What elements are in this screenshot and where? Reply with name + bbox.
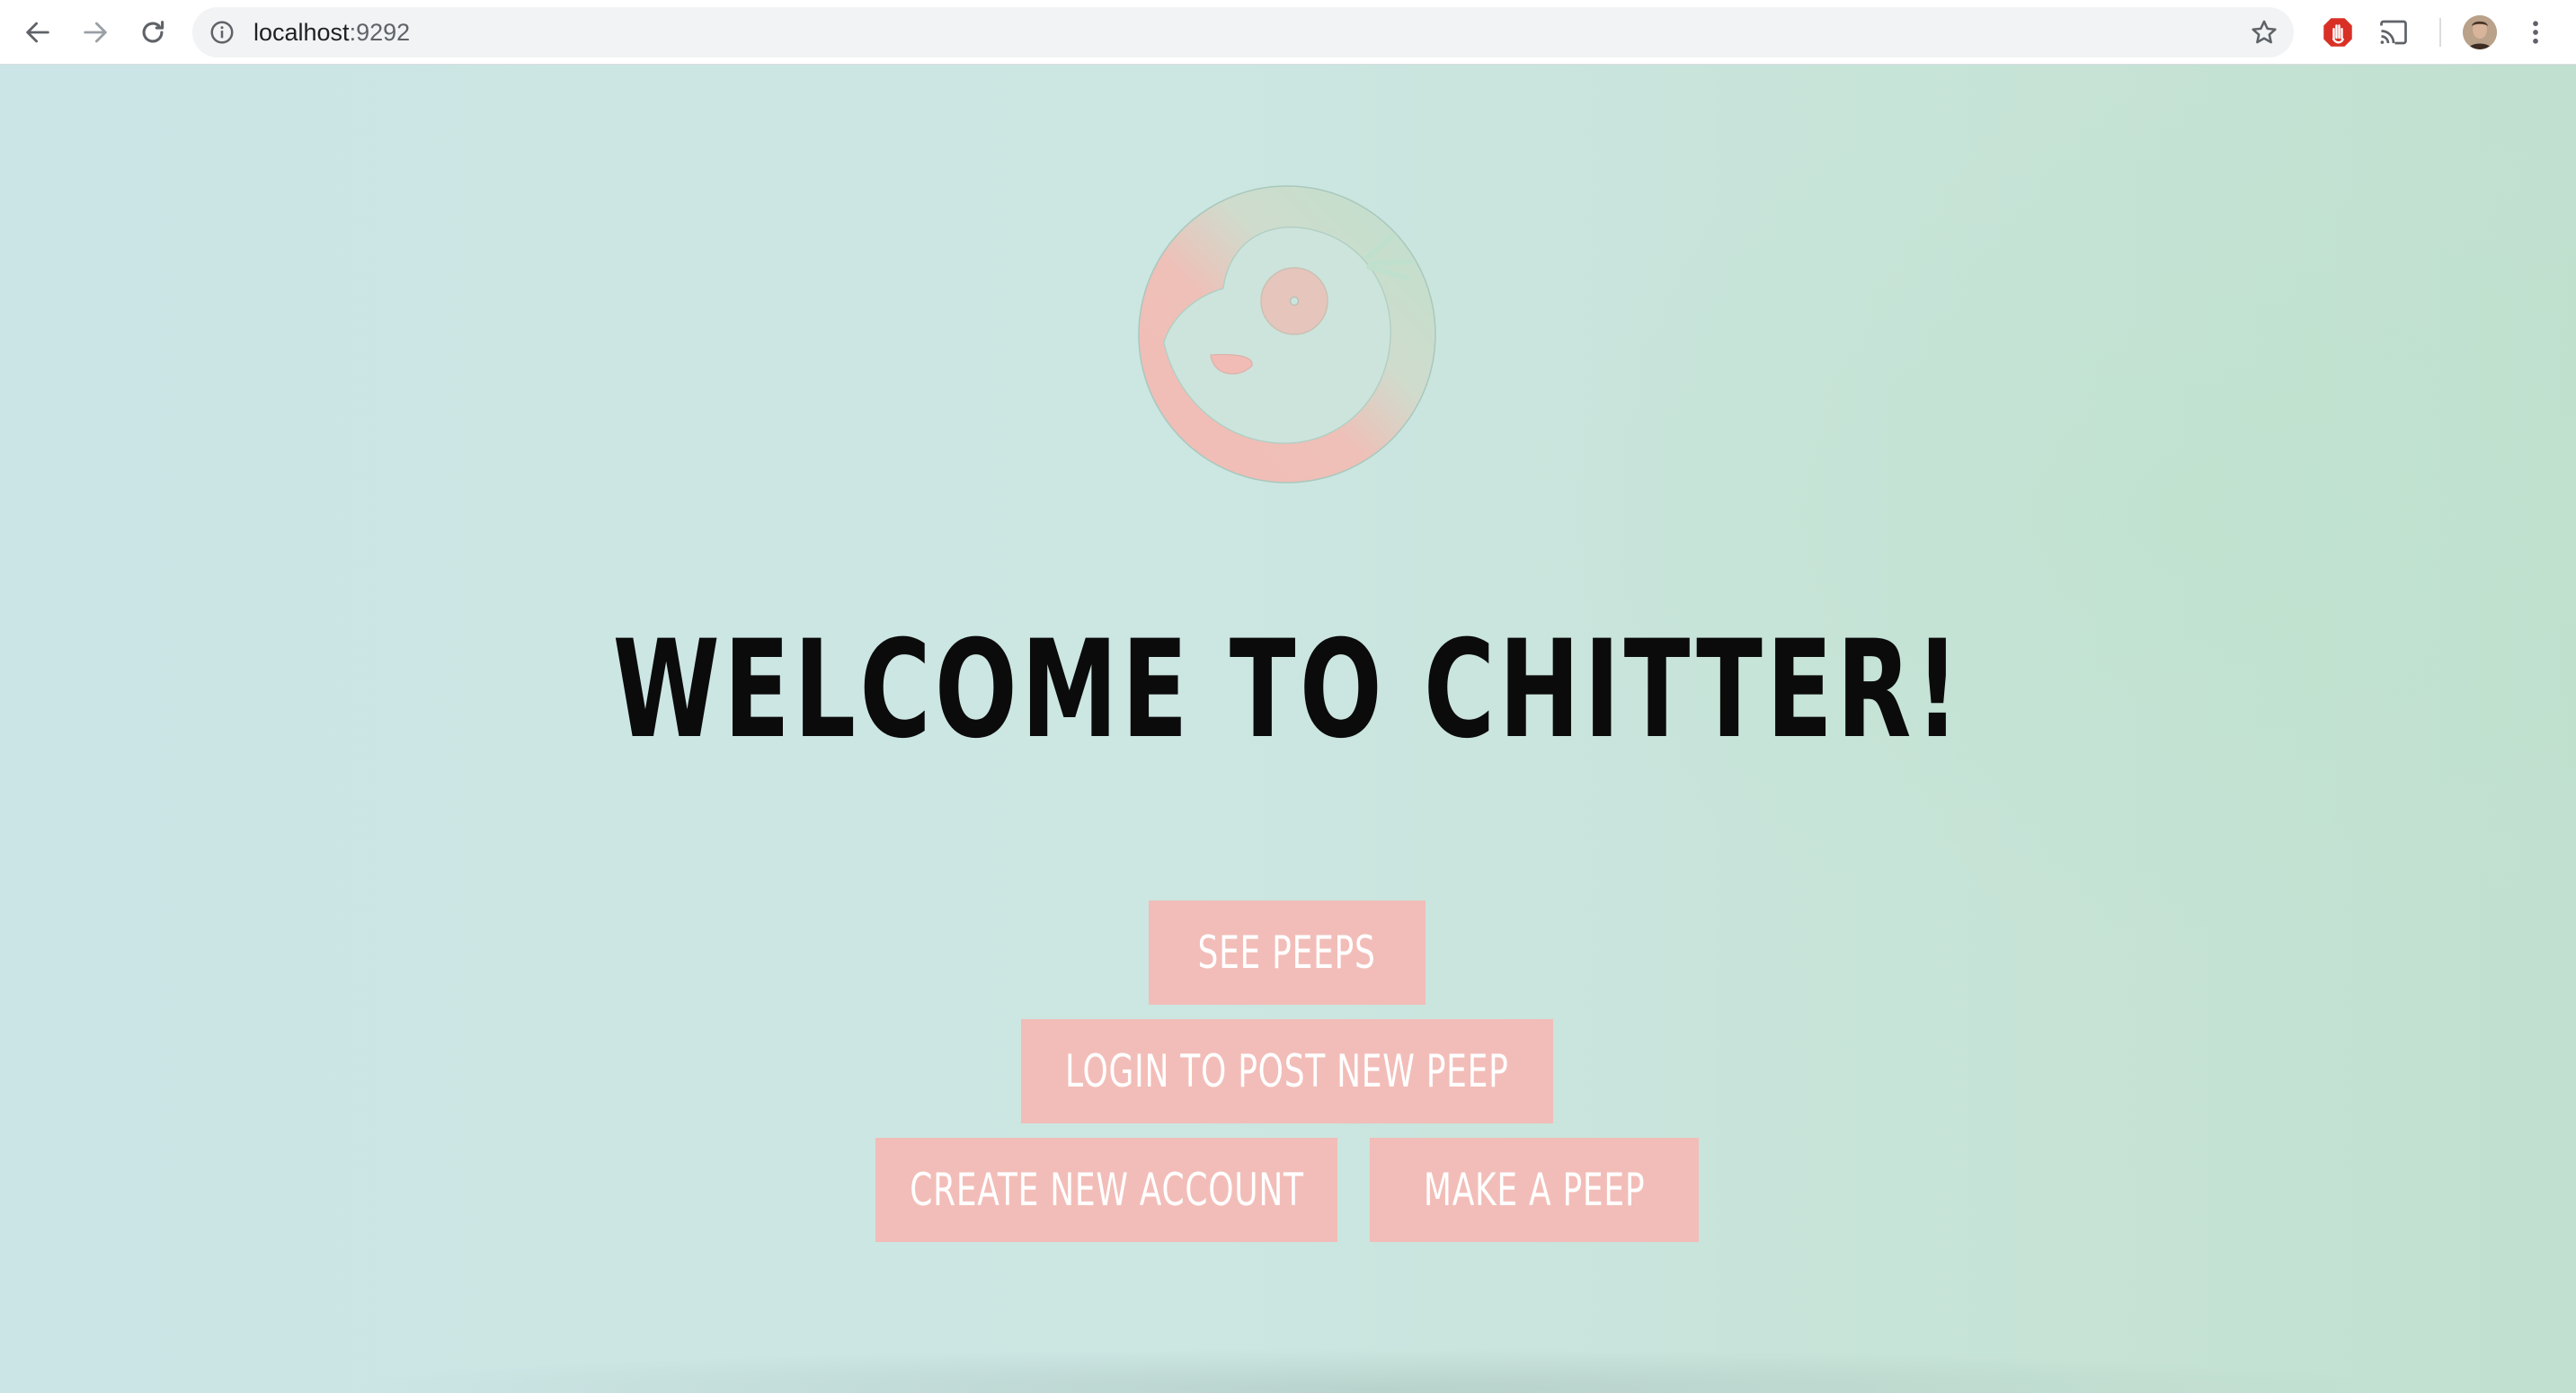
page-title: WELCOME TO CHITTER! [612,612,1964,768]
cast-button[interactable] [2375,13,2412,51]
url-text[interactable]: localhost:9292 [253,7,410,58]
login-post-button[interactable]: LOGIN TO POST NEW PEEP [1021,1019,1553,1123]
kebab-menu-icon [2533,21,2538,44]
reload-icon [142,21,164,43]
reload-button[interactable] [129,9,176,56]
create-account-label: CREATE NEW ACCOUNT [909,1164,1304,1216]
browser-menu-button[interactable] [2517,13,2554,51]
login-post-label: LOGIN TO POST NEW PEEP [1065,1045,1509,1097]
make-peep-button[interactable]: MAKE A PEEP [1370,1138,1699,1242]
cast-icon [2380,20,2407,45]
url-port: :9292 [349,19,411,46]
chitter-bird-logo [1138,185,1436,484]
stop-hand-icon [2323,18,2352,47]
see-peeps-label: SEE PEEPS [1197,927,1377,979]
profile-button[interactable] [2461,13,2499,51]
url-host: localhost [253,19,350,46]
arrow-right-icon [84,22,107,43]
forward-button[interactable] [72,9,119,56]
address-bar[interactable]: localhost:9292 [192,7,2294,58]
page-viewport: WELCOME TO CHITTER! SEE PEEPS LOGIN TO P… [0,65,2576,1393]
avatar [2463,15,2497,49]
info-icon[interactable] [209,19,235,46]
extension-button[interactable] [2319,13,2357,51]
browser-toolbar: localhost:9292 [0,0,2576,65]
back-button[interactable] [14,9,61,56]
arrow-left-icon [26,22,49,43]
bottom-shadow [342,1348,2409,1393]
see-peeps-button[interactable]: SEE PEEPS [1149,901,1426,1005]
make-peep-label: MAKE A PEEP [1423,1164,1646,1216]
create-account-button[interactable]: CREATE NEW ACCOUNT [875,1138,1337,1242]
toolbar-divider [2439,18,2441,47]
star-icon[interactable] [2249,17,2279,48]
